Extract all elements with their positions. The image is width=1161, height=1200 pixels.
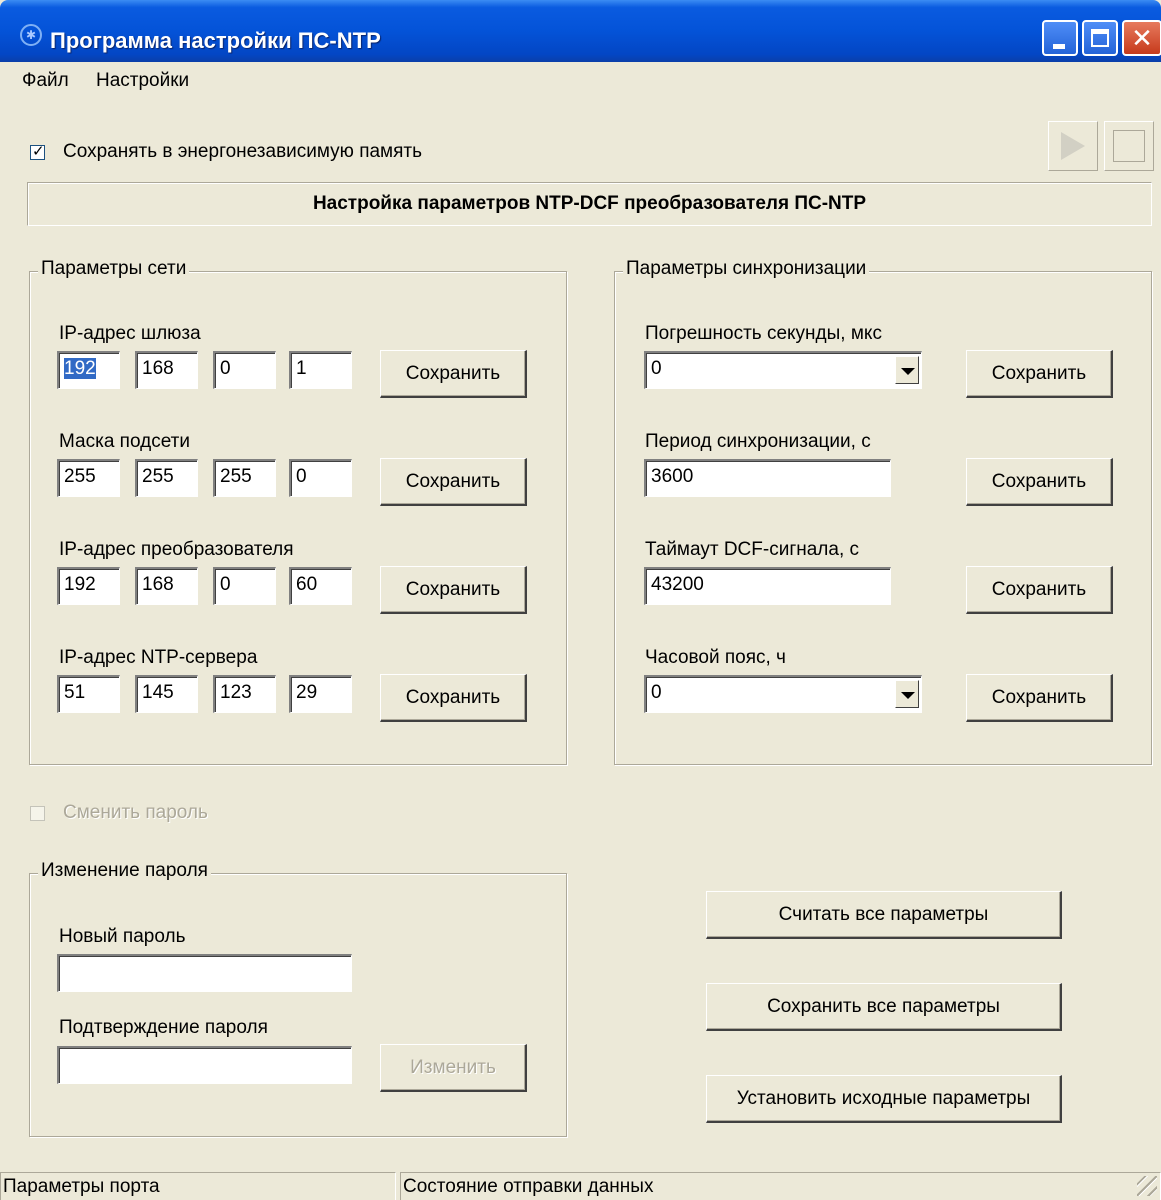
gateway-octet-4[interactable]: 1 (289, 351, 352, 389)
ntp-octet-4[interactable]: 29 (289, 675, 352, 713)
ntp-octet-3[interactable]: 123 (213, 675, 276, 713)
mask-octet-2[interactable]: 255 (135, 459, 198, 497)
converter-ip-label: IP-адрес преобразователя (59, 539, 294, 560)
second-error-label: Погрешность секунды, мкс (645, 323, 882, 344)
minimize-icon (1053, 44, 1065, 49)
converter-octet-4[interactable]: 60 (289, 567, 352, 605)
checkmark-icon: ✓ (32, 143, 45, 160)
password-group-title: Изменение пароля (38, 860, 211, 882)
save-all-button[interactable]: Сохранить все параметры (706, 983, 1062, 1031)
mask-octet-3[interactable]: 255 (213, 459, 276, 497)
status-send: Состояние отправки данных (400, 1172, 1161, 1200)
set-defaults-button[interactable]: Установить исходные параметры (706, 1075, 1062, 1123)
gateway-octet-2[interactable]: 168 (135, 351, 198, 389)
save-gateway-button[interactable]: Сохранить (380, 350, 527, 398)
title-bar[interactable]: ✱ Программа настройки ПС-NTP ✕ (0, 0, 1161, 62)
save-nvram-checkbox[interactable]: ✓ (30, 143, 45, 160)
maximize-button[interactable] (1082, 20, 1118, 56)
confirm-password-label: Подтверждение пароля (59, 1017, 268, 1038)
change-password-checkbox[interactable] (30, 806, 45, 821)
status-port: Параметры порта (0, 1172, 396, 1200)
stop-icon (1113, 130, 1145, 162)
stop-button[interactable] (1104, 121, 1154, 171)
converter-octet-2[interactable]: 168 (135, 567, 198, 605)
converter-octet-1[interactable]: 192 (57, 567, 120, 605)
maximize-icon (1091, 29, 1109, 47)
chevron-down-icon[interactable] (895, 680, 919, 708)
chevron-down-icon[interactable] (895, 356, 919, 384)
save-mask-button[interactable]: Сохранить (380, 458, 527, 506)
network-group-title: Параметры сети (38, 258, 190, 280)
read-all-button[interactable]: Считать все параметры (706, 891, 1062, 939)
dcf-timeout-input[interactable]: 43200 (644, 567, 891, 605)
ntp-octet-2[interactable]: 145 (135, 675, 198, 713)
save-converter-ip-button[interactable]: Сохранить (380, 566, 527, 614)
start-button[interactable] (1048, 121, 1098, 171)
dcf-timeout-label: Таймаут DCF-сигнала, с (645, 539, 860, 560)
play-icon (1061, 132, 1085, 160)
mask-octet-4[interactable]: 0 (289, 459, 352, 497)
app-icon: ✱ (20, 24, 42, 46)
save-nvram-label[interactable]: Сохранять в энергонезависимую память (63, 141, 422, 163)
page-banner: Настройка параметров NTP-DCF преобразова… (27, 182, 1152, 226)
menu-file[interactable]: Файл (22, 70, 69, 92)
menu-bar: Файл Настройки (0, 62, 1161, 102)
gateway-octet-3[interactable]: 0 (213, 351, 276, 389)
confirm-password-input[interactable] (57, 1046, 352, 1084)
sync-period-input[interactable]: 3600 (644, 459, 891, 497)
converter-octet-3[interactable]: 0 (213, 567, 276, 605)
save-dcf-timeout-button[interactable]: Сохранить (966, 566, 1113, 614)
window-title: Программа настройки ПС-NTP (50, 28, 381, 53)
main-window: ✱ Программа настройки ПС-NTP ✕ Файл Наст… (0, 0, 1161, 1200)
timezone-label: Часовой пояс, ч (645, 647, 786, 668)
timezone-select[interactable]: 0 (644, 675, 922, 713)
new-password-label: Новый пароль (59, 926, 186, 947)
gateway-octet-1[interactable]: 192 (57, 351, 120, 389)
minimize-button[interactable] (1042, 20, 1078, 56)
second-error-select[interactable]: 0 (644, 351, 922, 389)
mask-label: Маска подсети (59, 431, 190, 452)
save-sync-period-button[interactable]: Сохранить (966, 458, 1113, 506)
close-button[interactable]: ✕ (1122, 20, 1161, 56)
resize-grip-icon[interactable] (1137, 1176, 1157, 1196)
new-password-input[interactable] (57, 954, 352, 992)
gateway-label: IP-адрес шлюза (59, 323, 201, 344)
change-password-button[interactable]: Изменить (380, 1044, 527, 1092)
password-group: Изменение пароля (29, 860, 567, 1137)
change-password-label[interactable]: Сменить пароль (63, 802, 208, 824)
ntp-octet-1[interactable]: 51 (57, 675, 120, 713)
sync-group-title: Параметры синхронизации (623, 258, 870, 280)
status-bar: Параметры порта Состояние отправки данны… (0, 1168, 1161, 1200)
save-timezone-button[interactable]: Сохранить (966, 674, 1113, 722)
save-second-error-button[interactable]: Сохранить (966, 350, 1113, 398)
menu-settings[interactable]: Настройки (96, 70, 189, 92)
mask-octet-1[interactable]: 255 (57, 459, 120, 497)
save-ntp-ip-button[interactable]: Сохранить (380, 674, 527, 722)
close-icon: ✕ (1131, 23, 1153, 53)
ntp-server-label: IP-адрес NTP-сервера (59, 647, 258, 668)
sync-period-label: Период синхронизации, с (645, 431, 871, 452)
